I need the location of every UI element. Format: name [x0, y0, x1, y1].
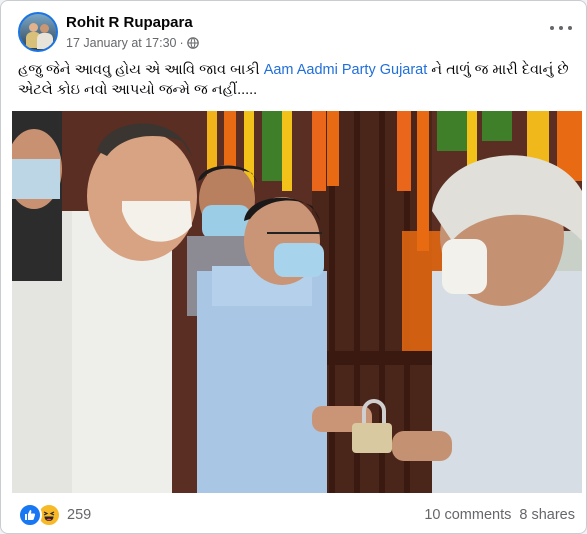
- post-text: હજુ જેને આવવુ હોય એ આવિ જાવ બાકી Aam Aad…: [18, 60, 578, 100]
- reaction-count: 259: [67, 507, 92, 523]
- post-timestamp[interactable]: 17 January at 17:30: [66, 36, 177, 50]
- post-photo[interactable]: [12, 111, 582, 493]
- post-footer: 259 10 comments 8 shares: [1, 497, 586, 533]
- reactions-summary[interactable]: 259: [18, 503, 91, 527]
- page-mention-link[interactable]: Aam Aadmi Party Gujarat: [264, 62, 428, 78]
- like-icon: [18, 503, 42, 527]
- post-header: Rohit R Rupapara 17 January at 17:30 ·: [1, 1, 586, 57]
- post-card: Rohit R Rupapara 17 January at 17:30 · હ…: [0, 0, 587, 534]
- post-text-part-1: હજુ જેને આવવુ હોય એ આવિ જાવ બાકી: [18, 62, 264, 78]
- more-options-icon[interactable]: [550, 21, 572, 35]
- engagement-counts: 10 comments 8 shares: [424, 507, 575, 523]
- author-name[interactable]: Rohit R Rupapara: [66, 14, 193, 31]
- shares-count-link[interactable]: 8 shares: [519, 507, 575, 523]
- author-avatar[interactable]: [18, 12, 58, 52]
- globe-icon[interactable]: [186, 37, 199, 49]
- post-meta: 17 January at 17:30 ·: [66, 36, 199, 50]
- meta-separator: ·: [179, 36, 184, 50]
- comments-count-link[interactable]: 10 comments: [424, 507, 511, 523]
